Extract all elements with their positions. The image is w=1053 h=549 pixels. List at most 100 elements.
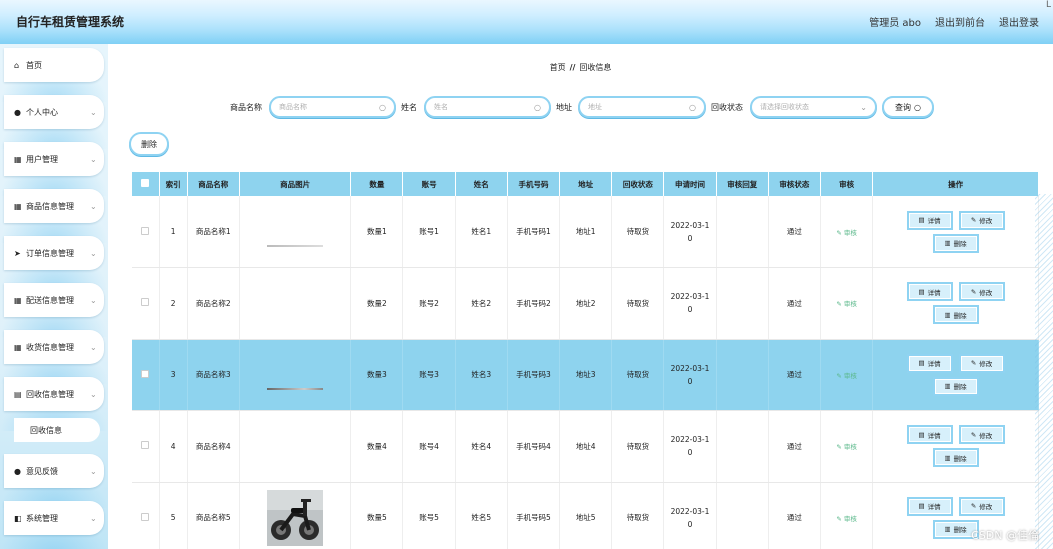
select-all-checkbox[interactable] — [141, 179, 150, 187]
detail-button[interactable]: ▤ 详情 — [906, 282, 953, 302]
edit-button[interactable]: ✎ 修改 — [958, 353, 1005, 373]
delete-button[interactable]: ▥ 删除 — [932, 233, 979, 253]
document-icon: ▤ — [918, 359, 925, 368]
cell-audit: 通过 — [768, 339, 821, 411]
table-header-row: 索引 商品名称 商品图片 数量 账号 姓名 手机号码 地址 回收状态 申请时间 审核回复 审核状态 审核… — [132, 172, 1039, 196]
edit-icon: ✎ — [970, 359, 977, 368]
detail-label: 详情 — [927, 360, 941, 369]
delete-button[interactable]: ▥ 删除 — [932, 305, 979, 325]
apply-date-line2: 0 — [687, 305, 693, 315]
cell-product: 商品名称2 — [187, 267, 240, 340]
table-row[interactable]: 1 商品名称1 数量1 账号1 姓名1 手机号码1 地址1 待取货 2022-03-1 0 通过 ✎ … — [132, 196, 1039, 268]
edit-button[interactable]: ✎ 修改 — [958, 425, 1005, 445]
row-select-cell — [132, 410, 160, 483]
sidebar-item-label: 意见反馈 — [26, 466, 58, 476]
row-checkbox[interactable] — [141, 369, 150, 378]
review-link[interactable]: ✎ 审核 — [836, 229, 857, 237]
table-row[interactable]: 4 商品名称4 数量4 账号4 姓名4 手机号码4 地址4 待取货 2022-03-1 0 通过 ✎ … — [132, 388, 1039, 483]
cell-qty: 数量4 — [350, 410, 404, 483]
review-link[interactable]: ✎ 审核 — [836, 443, 857, 451]
cell-audit: 通过 — [768, 196, 821, 268]
doc-icon: ▤ — [14, 389, 22, 399]
review-link[interactable]: ✎ 审核 — [836, 300, 857, 308]
row-checkbox[interactable] — [141, 298, 150, 307]
admin-user-label[interactable]: 管理员 abo — [869, 14, 921, 29]
back-to-front-link[interactable]: 退出到前台 — [935, 14, 985, 29]
sidebar-item[interactable]: ▦ 配送信息管理 ⌄ — [4, 283, 104, 317]
query-button[interactable]: 查询 ○ — [882, 96, 934, 118]
cell-address: 地址2 — [559, 267, 613, 340]
detail-button[interactable]: ▤ 详情 — [906, 210, 953, 230]
sidebar-item[interactable]: ● 个人中心 ⌄ — [4, 95, 104, 129]
sidebar-item[interactable]: ▤ 回收信息管理 ⌄ — [4, 377, 104, 411]
table-row[interactable]: 3 商品名称3 数量3 账号3 姓名3 手机号码3 地址3 待取货 2022-03-1 0 通过 ✎ … — [132, 339, 1039, 411]
sidebar-item[interactable]: ● 意见反馈 ⌄ — [4, 454, 104, 488]
operations-cell: ▤ 详情 ✎ 修改 ▥ 删除 — [872, 267, 1039, 340]
cell-name: 姓名3 — [455, 339, 508, 411]
apply-date-line2: 0 — [687, 233, 693, 243]
edit-button[interactable]: ✎ 修改 — [958, 496, 1005, 516]
cell-account: 账号5 — [402, 482, 456, 549]
edit-button[interactable]: ✎ 修改 — [958, 210, 1005, 230]
table-row[interactable]: 2 商品名称2 数量2 账号2 姓名2 手机号码2 地址2 待取货 2022-03-1 0 通过 ✎ … — [132, 245, 1039, 340]
address-field[interactable]: ○ — [578, 96, 706, 118]
cell-account: 账号4 — [402, 410, 456, 483]
trash-icon: ▥ — [944, 310, 951, 319]
product-image-cell — [239, 196, 352, 268]
cell-audit: 通过 — [768, 410, 821, 483]
operations-cell: ▤ 详情 ✎ 修改 ▥ 删除 — [872, 339, 1039, 411]
delete-button[interactable]: ▥ 删除 — [932, 376, 979, 396]
cell-name: 姓名1 — [455, 196, 508, 268]
chevron-down-icon: ⌄ — [90, 107, 97, 117]
apply-date-line2: 0 — [687, 519, 693, 529]
sidebar-item[interactable]: ▦ 用户管理 ⌄ — [4, 142, 104, 176]
chevron-down-icon: ⌄ — [860, 102, 867, 112]
document-icon: ▤ — [918, 216, 925, 224]
detail-button[interactable]: ▤ 详情 — [906, 496, 953, 516]
corner-mark: L — [1045, 0, 1051, 10]
header-actions: 管理员 abo 退出到前台 退出登录 — [869, 14, 1039, 29]
product-name-input[interactable] — [279, 103, 380, 111]
sidebar-item[interactable]: ▦ 商品信息管理 ⌄ — [4, 189, 104, 223]
detail-button[interactable]: ▤ 详情 — [906, 353, 953, 373]
review-label: 审核 — [843, 300, 857, 309]
address-input[interactable] — [588, 103, 690, 111]
product-image-cell — [239, 388, 352, 483]
apply-date-line2: 0 — [687, 448, 693, 458]
name-input[interactable] — [434, 103, 535, 111]
cell-reply — [716, 410, 769, 483]
edit-label: 修改 — [979, 288, 993, 297]
row-checkbox[interactable] — [141, 226, 150, 235]
table-row[interactable]: 5 商品名称5 数量5 账号5 姓名5 手机号码5 地址5 待取货 2022-03-1 0 通过 ✎ … — [132, 482, 1039, 549]
row-checkbox[interactable] — [141, 512, 150, 521]
main-content: 首页//回收信息 商品名称 ○ 姓名 ○ 地址 ○ 回收状态 ⌄ 查询 ○ 删除 — [108, 44, 1053, 549]
cell-phone: 手机号码5 — [507, 482, 561, 549]
apply-date-line1: 2022-03-1 — [670, 506, 710, 516]
breadcrumb-home[interactable]: 首页 — [550, 63, 566, 72]
review-link[interactable]: ✎ 审核 — [836, 372, 857, 380]
edit-button[interactable]: ✎ 修改 — [958, 282, 1005, 302]
sidebar-item-label: 订单信息管理 — [26, 248, 74, 258]
delete-button[interactable]: ▥ 删除 — [932, 448, 979, 468]
sidebar-item[interactable]: ➤ 订单信息管理 ⌄ — [4, 236, 104, 270]
cell-name: 姓名5 — [455, 482, 508, 549]
sidebar-item[interactable]: ⌂ 首页 — [4, 48, 104, 82]
logout-link[interactable]: 退出登录 — [999, 14, 1039, 29]
sidebar-item[interactable]: ◧ 系统管理 ⌄ — [4, 501, 104, 535]
sidebar-subitem-recycle-info[interactable]: 回收信息 — [14, 418, 100, 442]
recycle-status-select[interactable]: ⌄ — [750, 96, 877, 118]
batch-delete-button[interactable]: 删除 — [129, 132, 169, 156]
row-checkbox[interactable] — [141, 441, 150, 450]
delete-label: 删除 — [953, 454, 967, 463]
search-icon: ○ — [534, 102, 541, 112]
review-cell: ✎ 审核 — [820, 410, 874, 483]
cell-phone: 手机号码1 — [507, 196, 561, 268]
recycle-status-input[interactable] — [760, 103, 861, 111]
sidebar-item[interactable]: ▦ 收货信息管理 ⌄ — [4, 330, 104, 364]
top-header: 自行车租赁管理系统 管理员 abo 退出到前台 退出登录 — [0, 0, 1053, 44]
send-icon: ➤ — [14, 248, 21, 258]
review-link[interactable]: ✎ 审核 — [836, 515, 857, 523]
product-name-field[interactable]: ○ — [269, 96, 396, 118]
detail-button[interactable]: ▤ 详情 — [906, 425, 953, 445]
name-field[interactable]: ○ — [424, 96, 551, 118]
